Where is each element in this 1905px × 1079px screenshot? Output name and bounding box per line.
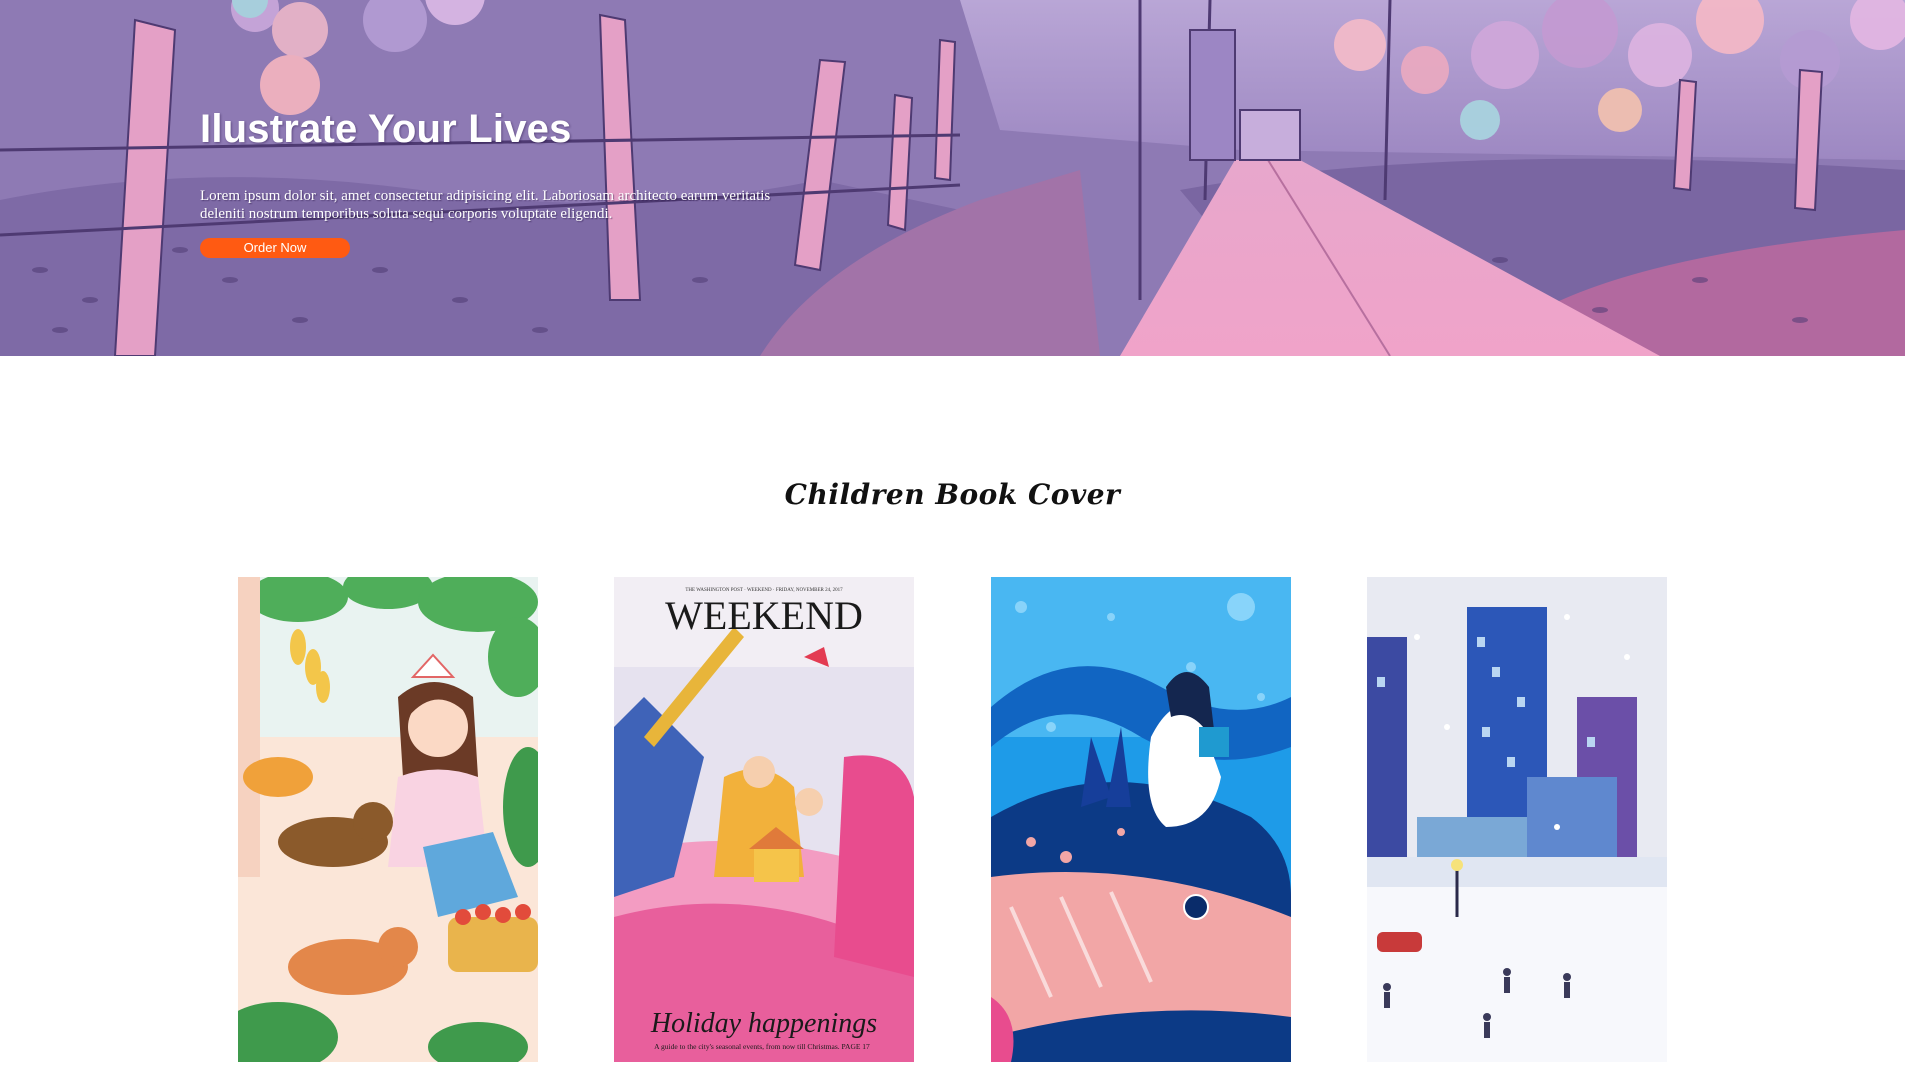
cover-subtitle: Holiday happenings: [650, 1008, 877, 1039]
winter-city-cover-image: [1367, 577, 1667, 1062]
weekend-holiday-cover-image: THE WASHINGTON POST · WEEKEND · FRIDAY, …: [614, 577, 914, 1062]
hero-title: Ilustrate Your Lives: [200, 107, 572, 151]
book-cover-card[interactable]: THE WASHINGTON POST · WEEKEND · FRIDAY, …: [614, 577, 914, 1062]
section-title: Children Book Cover: [784, 478, 1121, 511]
book-cover-card[interactable]: [991, 577, 1291, 1062]
order-now-button[interactable]: Order Now: [200, 238, 350, 258]
hero-description: Lorem ipsum dolor sit, amet consectetur …: [200, 188, 771, 222]
cover-caption: A guide to the city's seasonal events, f…: [654, 1042, 870, 1051]
book-cover-card[interactable]: [1367, 577, 1667, 1062]
hero-banner: Ilustrate Your Lives Lorem ipsum dolor s…: [0, 0, 1905, 356]
girl-with-cats-cover-image: [238, 577, 538, 1062]
girl-on-whale-cover-image: [991, 577, 1291, 1062]
hero-illustration: [0, 0, 1905, 356]
cover-title: WEEKEND: [665, 593, 863, 638]
book-cover-card[interactable]: [238, 577, 538, 1062]
